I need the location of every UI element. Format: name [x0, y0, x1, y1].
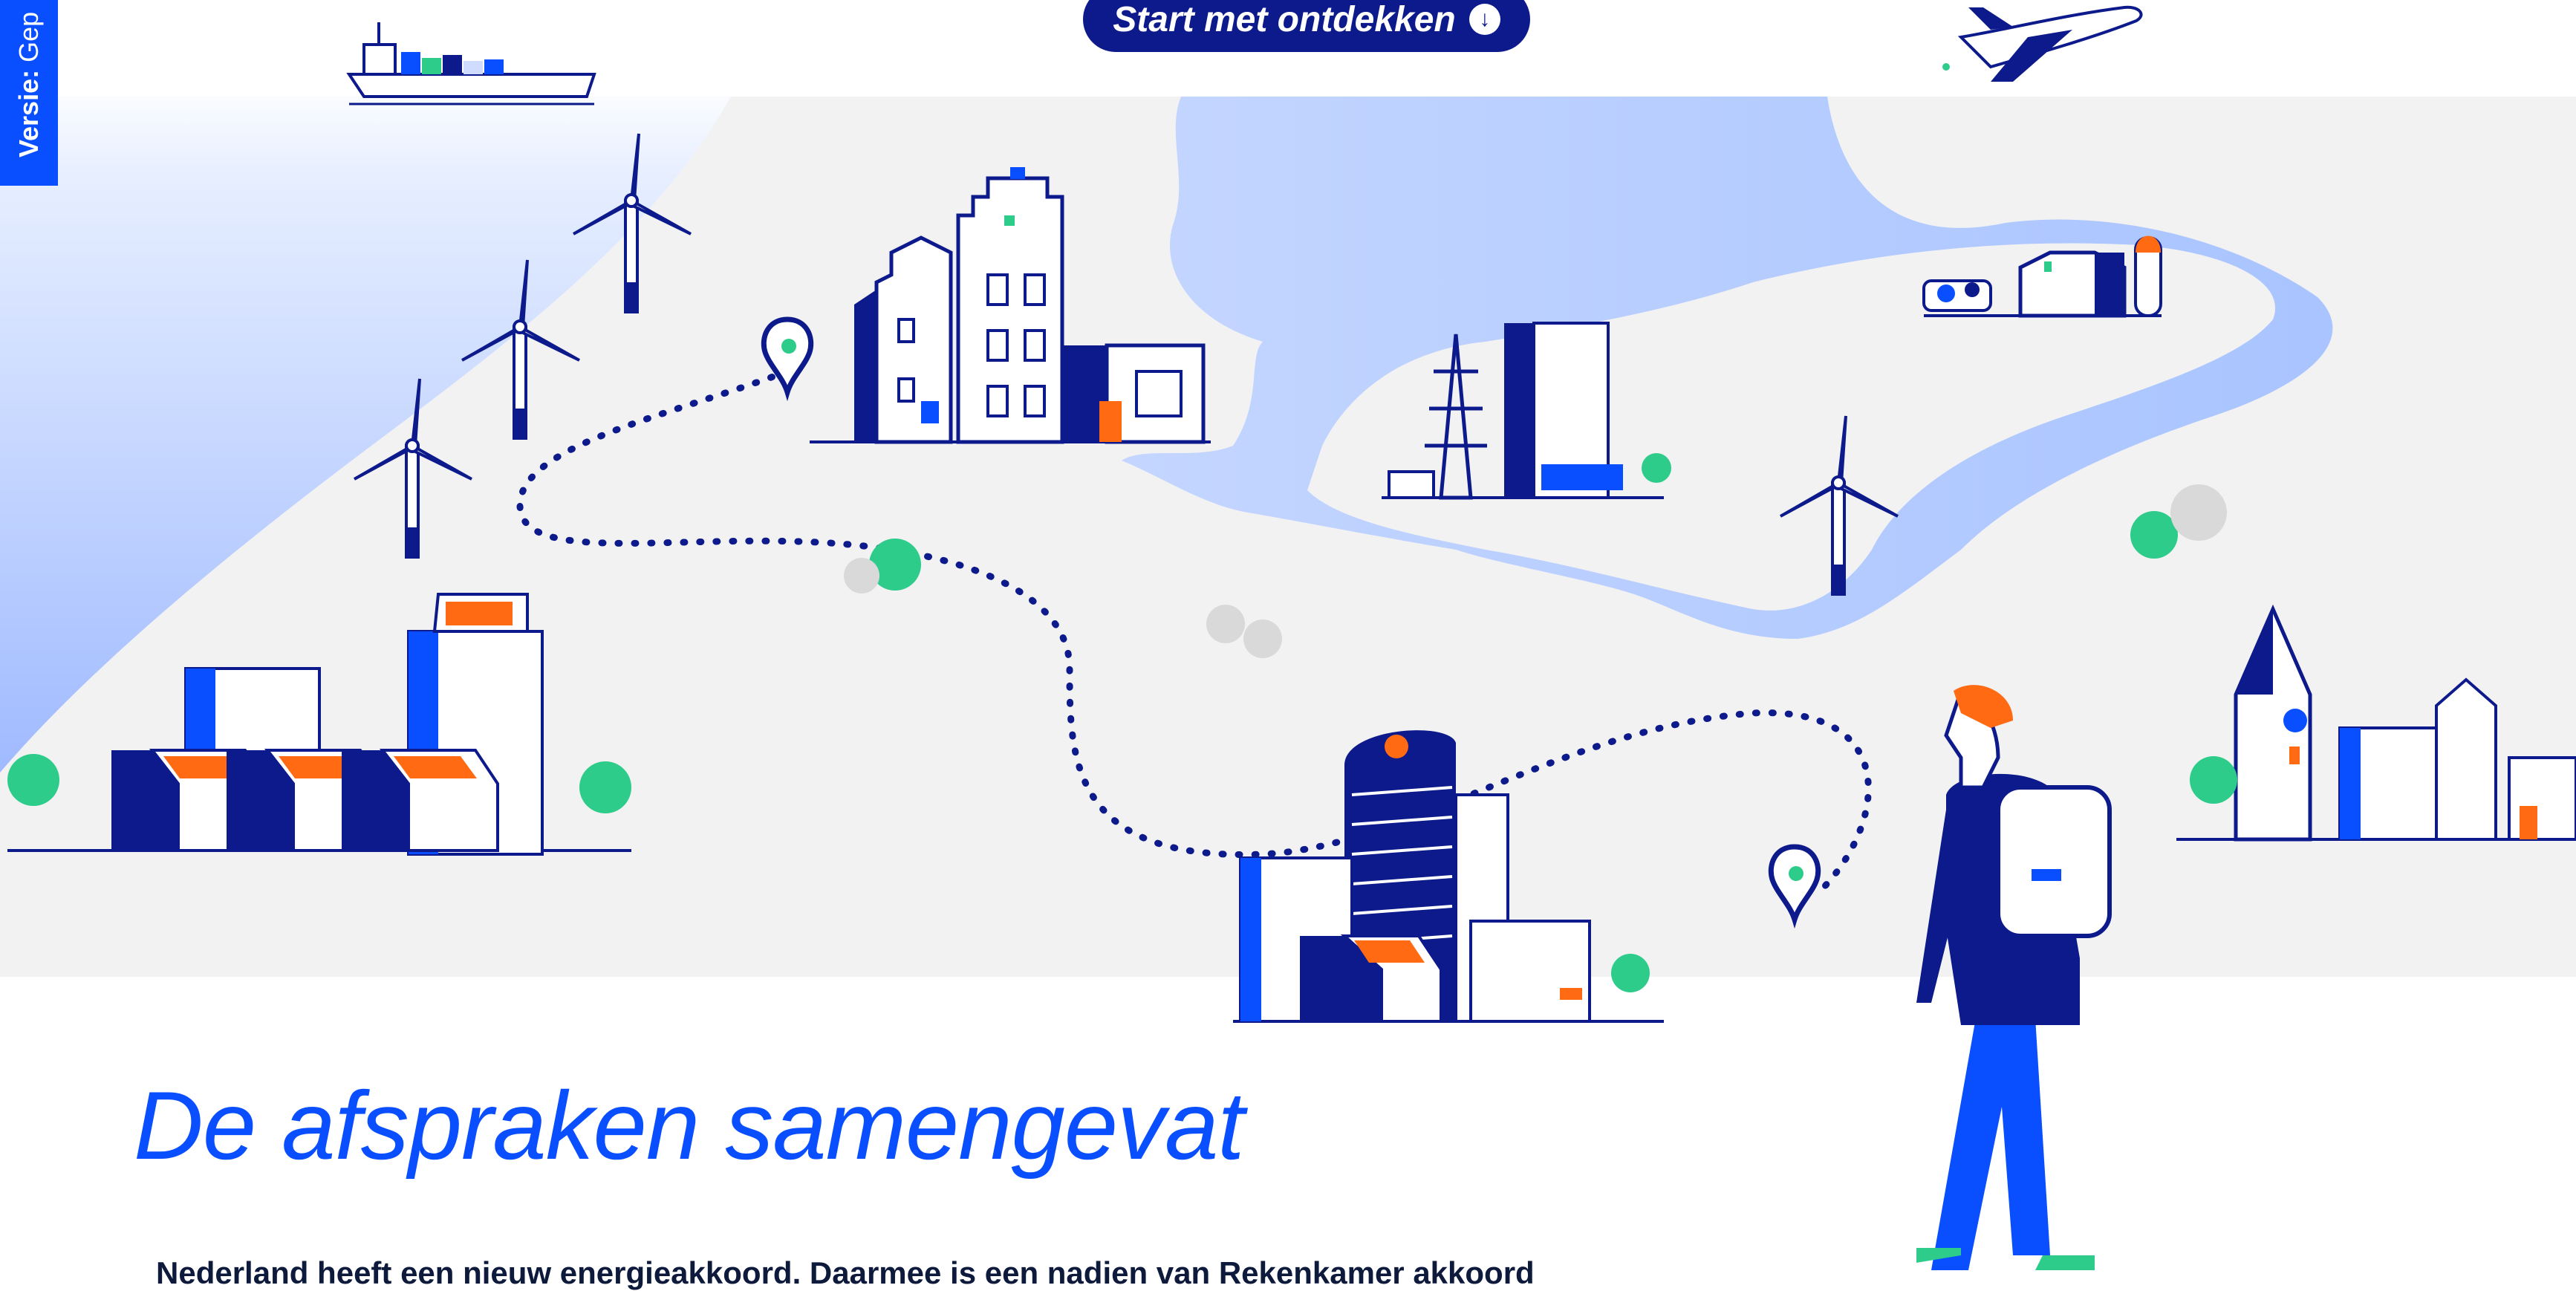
- hay-bales-icon: [1206, 605, 1245, 643]
- version-tab[interactable]: Versie: Gep: [0, 0, 58, 186]
- tree-icon: [2130, 511, 2178, 559]
- house-icon: [342, 749, 499, 852]
- start-exploring-label: Start met ontdekken: [1113, 0, 1456, 39]
- start-exploring-button[interactable]: Start met ontdekken ↓: [1083, 0, 1530, 52]
- section-heading: De afspraken samengevat: [134, 1071, 1245, 1180]
- version-value: Gep: [13, 11, 44, 62]
- version-text: Versie: Gep: [13, 12, 45, 157]
- intro-paragraph: Nederland heeft een nieuw energieakkoord…: [156, 1255, 1535, 1290]
- arrow-down-circle-icon: ↓: [1468, 4, 1500, 35]
- version-label: Versie:: [13, 69, 44, 157]
- cow-icon: [1922, 279, 1992, 312]
